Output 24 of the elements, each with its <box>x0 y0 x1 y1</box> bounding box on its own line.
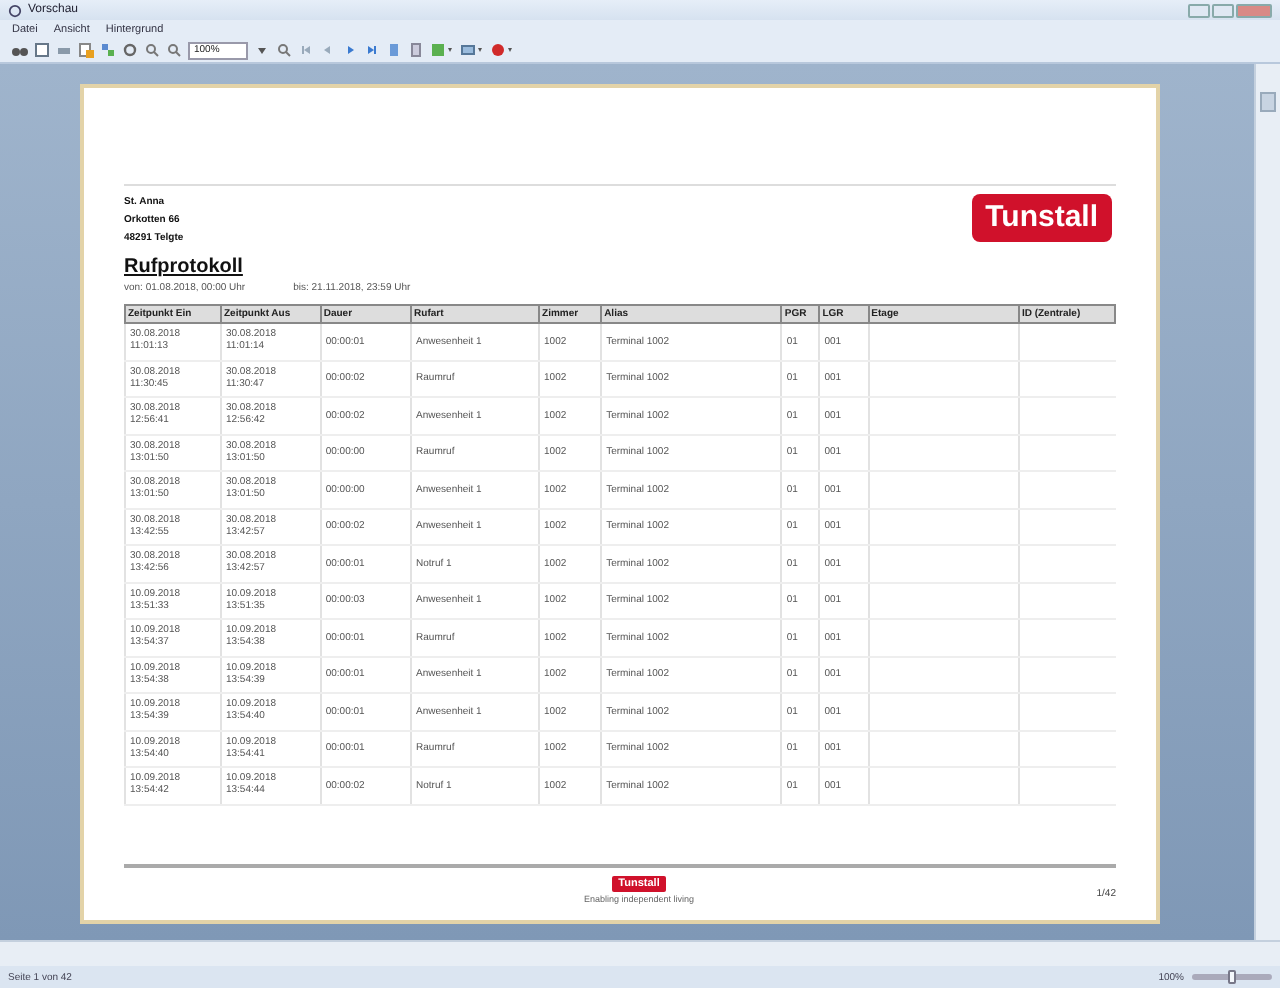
zoom-slider-thumb[interactable] <box>1228 970 1236 984</box>
document-icon[interactable] <box>408 42 424 58</box>
maximize-button[interactable] <box>1212 3 1234 17</box>
binoculars-icon[interactable] <box>12 42 28 58</box>
vertical-scrollbar[interactable] <box>1254 64 1280 940</box>
report-title: Rufprotokoll <box>124 256 245 278</box>
export-icon[interactable] <box>78 42 94 58</box>
save-icon[interactable] <box>430 42 454 58</box>
zoom-in-icon[interactable] <box>144 42 160 58</box>
close-preview-icon[interactable] <box>490 42 514 58</box>
multi-page-icon[interactable] <box>100 42 116 58</box>
page-setup-icon[interactable] <box>34 42 50 58</box>
last-page-icon[interactable] <box>364 42 380 58</box>
minimize-button[interactable] <box>1188 3 1210 17</box>
horizontal-scrollbar[interactable] <box>0 940 1280 966</box>
tunstall-logo: Tunstall <box>971 194 1112 242</box>
zoom-icon[interactable] <box>276 42 292 58</box>
zoom-out-icon[interactable] <box>166 42 182 58</box>
dropdown-icon[interactable] <box>254 42 270 58</box>
next-page-icon[interactable] <box>342 42 358 58</box>
email-icon[interactable] <box>460 42 484 58</box>
first-page-icon[interactable] <box>298 42 314 58</box>
close-button[interactable] <box>1236 3 1272 17</box>
previous-page-icon[interactable] <box>320 42 336 58</box>
